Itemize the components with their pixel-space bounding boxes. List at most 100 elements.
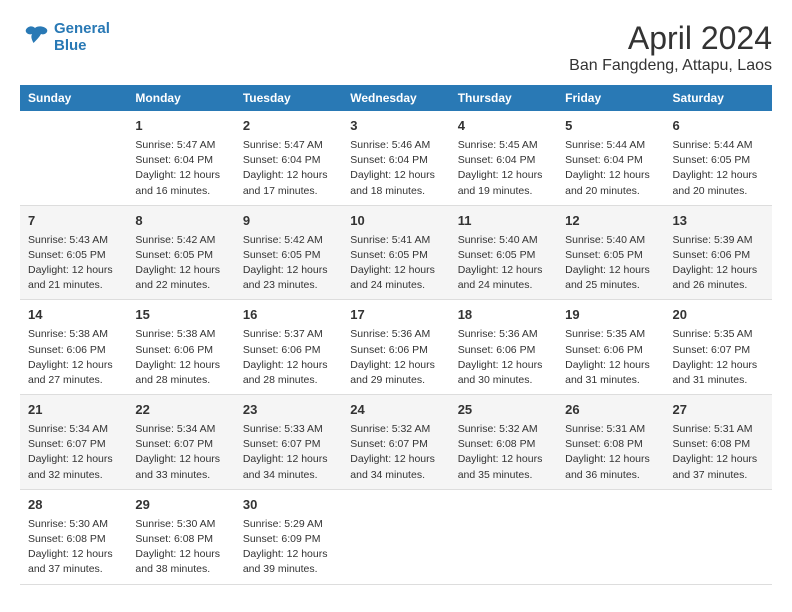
calendar-cell xyxy=(557,489,664,584)
day-number: 13 xyxy=(673,212,764,231)
day-info: Sunrise: 5:47 AM Sunset: 6:04 PM Dayligh… xyxy=(135,138,226,199)
day-info: Sunrise: 5:40 AM Sunset: 6:05 PM Dayligh… xyxy=(565,233,656,294)
calendar-cell: 25 Sunrise: 5:32 AM Sunset: 6:08 PM Dayli… xyxy=(450,395,557,490)
day-info: Sunrise: 5:34 AM Sunset: 6:07 PM Dayligh… xyxy=(135,422,226,483)
calendar-cell: 16Sunrise: 5:37 AM Sunset: 6:06 PM Dayli… xyxy=(235,300,342,395)
calendar-cell: 29 Sunrise: 5:30 AM Sunset: 6:08 PM Dayli… xyxy=(127,489,234,584)
calendar-cell: 3 Sunrise: 5:46 AM Sunset: 6:04 PM Daylig… xyxy=(342,111,449,205)
column-header-saturday: Saturday xyxy=(665,85,772,111)
day-number: 8 xyxy=(135,212,226,231)
calendar-cell: 15 Sunrise: 5:38 AM Sunset: 6:06 PM Dayli… xyxy=(127,300,234,395)
calendar-cell: 21 Sunrise: 5:34 AM Sunset: 6:07 PM Dayli… xyxy=(20,395,127,490)
calendar-cell: 1 Sunrise: 5:47 AM Sunset: 6:04 PM Daylig… xyxy=(127,111,234,205)
day-info: Sunrise: 5:42 AM Sunset: 6:05 PM Dayligh… xyxy=(135,233,226,294)
day-number: 14 xyxy=(28,306,119,325)
calendar-cell: 24 Sunrise: 5:32 AM Sunset: 6:07 PM Dayli… xyxy=(342,395,449,490)
day-info: Sunrise: 5:39 AM Sunset: 6:06 PM Dayligh… xyxy=(673,233,764,294)
day-number: 9 xyxy=(243,212,334,231)
main-title: April 2024 xyxy=(569,20,772,57)
day-info: Sunrise: 5:46 AM Sunset: 6:04 PM Dayligh… xyxy=(350,138,441,199)
calendar-cell xyxy=(342,489,449,584)
day-info: Sunrise: 5:36 AM Sunset: 6:06 PM Dayligh… xyxy=(458,327,549,388)
day-number: 1 xyxy=(135,117,226,136)
day-info: Sunrise: 5:30 AM Sunset: 6:08 PM Dayligh… xyxy=(135,517,226,578)
day-info: Sunrise: 5:31 AM Sunset: 6:08 PM Dayligh… xyxy=(673,422,764,483)
day-number: 18 xyxy=(458,306,549,325)
column-header-thursday: Thursday xyxy=(450,85,557,111)
day-number: 23 xyxy=(243,401,334,420)
day-info: Sunrise: 5:33 AM Sunset: 6:07 PM Dayligh… xyxy=(243,422,334,483)
day-number: 16 xyxy=(243,306,334,325)
day-info: Sunrise: 5:38 AM Sunset: 6:06 PM Dayligh… xyxy=(135,327,226,388)
calendar-cell xyxy=(665,489,772,584)
sub-title: Ban Fangdeng, Attapu, Laos xyxy=(569,57,772,75)
calendar-cell: 10 Sunrise: 5:41 AM Sunset: 6:05 PM Dayli… xyxy=(342,205,449,300)
calendar-cell: 14Sunrise: 5:38 AM Sunset: 6:06 PM Dayli… xyxy=(20,300,127,395)
week-row-3: 14 Sunrise: 5:38 AM Sunset: 6:06 PM Dayli… xyxy=(20,300,772,395)
day-info: Sunrise: 5:41 AM Sunset: 6:05 PM Dayligh… xyxy=(350,233,441,294)
day-number: 4 xyxy=(458,117,549,136)
day-info: Sunrise: 5:34 AM Sunset: 6:07 PM Dayligh… xyxy=(28,422,119,483)
day-number: 27 xyxy=(673,401,764,420)
day-info: Sunrise: 5:35 AM Sunset: 6:06 PM Dayligh… xyxy=(565,327,656,388)
day-number: 28 xyxy=(28,496,119,515)
column-header-monday: Monday xyxy=(127,85,234,111)
column-header-tuesday: Tuesday xyxy=(235,85,342,111)
calendar-body: 1 Sunrise: 5:47 AM Sunset: 6:04 PM Daylig… xyxy=(20,111,772,584)
calendar-cell: 28Sunrise: 5:30 AM Sunset: 6:08 PM Dayli… xyxy=(20,489,127,584)
day-number: 5 xyxy=(565,117,656,136)
day-info: Sunrise: 5:29 AM Sunset: 6:09 PM Dayligh… xyxy=(243,517,334,578)
calendar-cell xyxy=(450,489,557,584)
day-number: 6 xyxy=(673,117,764,136)
day-number: 15 xyxy=(135,306,226,325)
calendar-cell: 6 Sunrise: 5:44 AM Sunset: 6:05 PM Daylig… xyxy=(665,111,772,205)
calendar-cell: 13 Sunrise: 5:39 AM Sunset: 6:06 PM Dayli… xyxy=(665,205,772,300)
day-number: 25 xyxy=(458,401,549,420)
column-header-sunday: Sunday xyxy=(20,85,127,111)
day-info: Sunrise: 5:45 AM Sunset: 6:04 PM Dayligh… xyxy=(458,138,549,199)
day-number: 29 xyxy=(135,496,226,515)
logo-icon xyxy=(20,22,50,52)
logo: General Blue xyxy=(20,20,110,54)
calendar-cell: 7Sunrise: 5:43 AM Sunset: 6:05 PM Daylig… xyxy=(20,205,127,300)
calendar-cell: 22Sunrise: 5:34 AM Sunset: 6:07 PM Dayli… xyxy=(127,395,234,490)
day-info: Sunrise: 5:42 AM Sunset: 6:05 PM Dayligh… xyxy=(243,233,334,294)
day-info: Sunrise: 5:35 AM Sunset: 6:07 PM Dayligh… xyxy=(673,327,764,388)
day-number: 17 xyxy=(350,306,441,325)
day-info: Sunrise: 5:43 AM Sunset: 6:05 PM Dayligh… xyxy=(28,233,119,294)
day-info: Sunrise: 5:31 AM Sunset: 6:08 PM Dayligh… xyxy=(565,422,656,483)
calendar-cell: 19 Sunrise: 5:35 AM Sunset: 6:06 PM Dayli… xyxy=(557,300,664,395)
calendar-cell: 8 Sunrise: 5:42 AM Sunset: 6:05 PM Daylig… xyxy=(127,205,234,300)
calendar-table: SundayMondayTuesdayWednesdayThursdayFrid… xyxy=(20,85,772,585)
calendar-header: SundayMondayTuesdayWednesdayThursdayFrid… xyxy=(20,85,772,111)
day-number: 10 xyxy=(350,212,441,231)
calendar-cell: 20 Sunrise: 5:35 AM Sunset: 6:07 PM Dayli… xyxy=(665,300,772,395)
day-info: Sunrise: 5:36 AM Sunset: 6:06 PM Dayligh… xyxy=(350,327,441,388)
calendar-cell: 27 Sunrise: 5:31 AM Sunset: 6:08 PM Dayli… xyxy=(665,395,772,490)
day-info: Sunrise: 5:44 AM Sunset: 6:05 PM Dayligh… xyxy=(673,138,764,199)
calendar-cell: 4 Sunrise: 5:45 AM Sunset: 6:04 PM Daylig… xyxy=(450,111,557,205)
calendar-cell: 18 Sunrise: 5:36 AM Sunset: 6:06 PM Dayli… xyxy=(450,300,557,395)
day-number: 19 xyxy=(565,306,656,325)
title-block: April 2024 Ban Fangdeng, Attapu, Laos xyxy=(569,20,772,75)
page-header: General Blue April 2024 Ban Fangdeng, At… xyxy=(20,20,772,75)
column-header-wednesday: Wednesday xyxy=(342,85,449,111)
logo-text: General Blue xyxy=(54,20,110,54)
day-number: 26 xyxy=(565,401,656,420)
calendar-cell xyxy=(20,111,127,205)
week-row-5: 28 Sunrise: 5:30 AM Sunset: 6:08 PM Dayli… xyxy=(20,489,772,584)
day-info: Sunrise: 5:32 AM Sunset: 6:07 PM Dayligh… xyxy=(350,422,441,483)
calendar-cell: 11 Sunrise: 5:40 AM Sunset: 6:05 PM Dayli… xyxy=(450,205,557,300)
week-row-2: 7Sunrise: 5:43 AM Sunset: 6:05 PM Daylig… xyxy=(20,205,772,300)
day-number: 20 xyxy=(673,306,764,325)
day-info: Sunrise: 5:44 AM Sunset: 6:04 PM Dayligh… xyxy=(565,138,656,199)
calendar-cell: 23 Sunrise: 5:33 AM Sunset: 6:07 PM Dayli… xyxy=(235,395,342,490)
day-info: Sunrise: 5:40 AM Sunset: 6:05 PM Dayligh… xyxy=(458,233,549,294)
day-number: 21 xyxy=(28,401,119,420)
calendar-cell: 9 Sunrise: 5:42 AM Sunset: 6:05 PM Daylig… xyxy=(235,205,342,300)
day-info: Sunrise: 5:32 AM Sunset: 6:08 PM Dayligh… xyxy=(458,422,549,483)
day-number: 24 xyxy=(350,401,441,420)
day-number: 11 xyxy=(458,212,549,231)
day-number: 3 xyxy=(350,117,441,136)
day-number: 12 xyxy=(565,212,656,231)
